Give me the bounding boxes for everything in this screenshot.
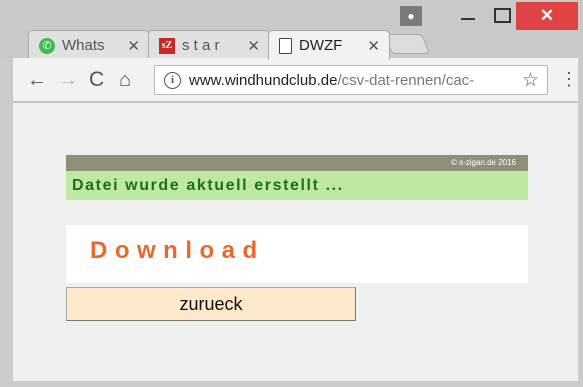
back-arrow-icon[interactable]: ←	[27, 68, 47, 92]
address-bar[interactable]: i www.windhundclub.de/csv-dat-rennen/cac…	[154, 65, 548, 95]
tab-title: s t a r	[182, 37, 220, 54]
stz-icon: sZ	[159, 37, 175, 54]
close-icon[interactable]: ✕	[127, 37, 140, 55]
browser-toolbar: ← → C ⌂ i www.windhundclub.de/csv-dat-re…	[13, 58, 578, 102]
tab-title: DWZF	[299, 37, 343, 54]
reload-icon[interactable]: C	[89, 68, 104, 92]
document-icon	[279, 37, 292, 54]
menu-icon[interactable]: ⋮	[560, 70, 578, 88]
tab-star[interactable]: sZ s t a r ✕	[148, 30, 270, 60]
copyright-bar: © s-zigan.de 2016	[66, 155, 528, 171]
close-window-button[interactable]: ✕	[516, 2, 578, 30]
new-tab-button[interactable]	[384, 34, 430, 54]
back-button[interactable]: zurueck	[66, 287, 356, 321]
info-icon[interactable]: i	[164, 71, 181, 89]
user-icon[interactable]: ●	[400, 6, 422, 26]
browser-window: ✆ Whats ✕ sZ s t a r ✕ DWZF ✕ ● ✕ ← → C …	[0, 0, 583, 387]
tab-dwzf[interactable]: DWZF ✕	[268, 30, 390, 60]
tab-whatsapp[interactable]: ✆ Whats ✕	[28, 30, 150, 60]
status-message: Datei wurde aktuell erstellt ...	[66, 171, 528, 200]
page-content: © s-zigan.de 2016 Datei wurde aktuell er…	[13, 103, 578, 381]
tab-strip: ✆ Whats ✕ sZ s t a r ✕ DWZF ✕ ● ✕	[0, 0, 583, 60]
download-panel: Download	[66, 225, 528, 283]
download-link[interactable]: Download	[90, 237, 265, 265]
whatsapp-icon: ✆	[39, 37, 55, 54]
url-domain: www.windhundclub.de	[189, 71, 338, 89]
home-icon[interactable]: ⌂	[119, 68, 131, 92]
forward-arrow-icon[interactable]: →	[58, 68, 78, 92]
bookmark-star-icon[interactable]: ☆	[522, 69, 539, 92]
close-icon[interactable]: ✕	[367, 37, 380, 55]
tab-title: Whats	[62, 37, 105, 54]
url-path: /csv-dat-rennen/cac-	[337, 71, 475, 89]
close-icon[interactable]: ✕	[247, 37, 260, 55]
